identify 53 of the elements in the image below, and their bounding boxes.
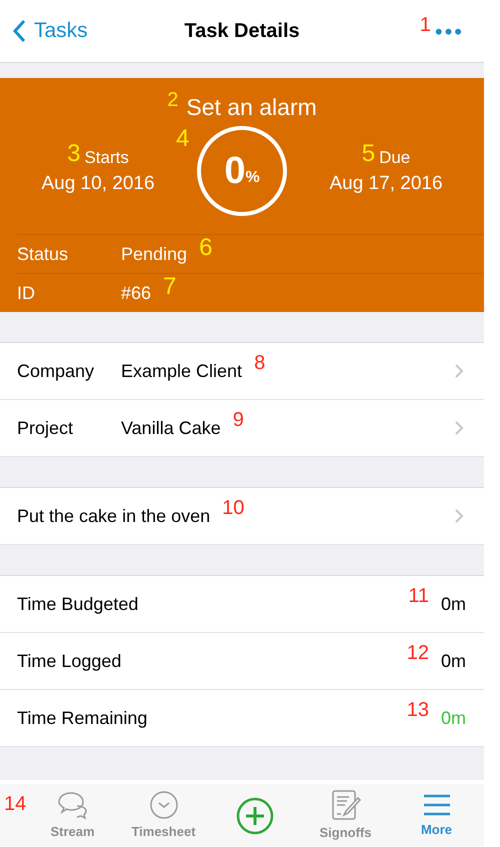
date-label: Starts bbox=[84, 146, 129, 169]
task-title: Set an alarm bbox=[186, 93, 317, 122]
tab-bar-item[interactable]: Signoffs bbox=[300, 784, 391, 847]
back-icon bbox=[12, 19, 26, 43]
callout-number: 8 bbox=[254, 353, 266, 373]
nav-title: Task Details bbox=[184, 20, 300, 42]
callout-number: 6 bbox=[199, 236, 212, 260]
tab-bar-item[interactable]: Timesheet bbox=[118, 784, 209, 847]
tab-bar-item[interactable]: Stream bbox=[27, 784, 118, 847]
callout-number: 12 bbox=[406, 643, 429, 663]
field-label: Time Logged bbox=[17, 650, 122, 673]
field-value: #66 bbox=[121, 282, 152, 304]
list-row[interactable]: Company Example Client 8 bbox=[0, 343, 484, 400]
time-value: 0m bbox=[440, 706, 466, 730]
list-row[interactable]: Put the cake in the oven 10 bbox=[0, 488, 484, 545]
callout-number: 10 bbox=[222, 498, 244, 518]
callout-number: 11 bbox=[408, 586, 429, 606]
field-label: Time Remaining bbox=[17, 706, 148, 730]
field-value: Vanilla Cake bbox=[121, 416, 221, 440]
clock-icon bbox=[148, 790, 178, 820]
chevron-icon bbox=[454, 363, 464, 379]
date-label: Due bbox=[379, 146, 410, 169]
chevron-icon bbox=[454, 420, 464, 436]
date-value: Aug 10, 2016 bbox=[41, 172, 155, 196]
callout-number: 14 bbox=[4, 794, 26, 814]
back-button[interactable]: Tasks bbox=[12, 15, 88, 47]
document-pencil-icon bbox=[330, 788, 362, 821]
field-label: Company bbox=[17, 360, 96, 383]
field-label: Time Budgeted bbox=[17, 592, 138, 616]
list-row[interactable]: Project Vanilla Cake 9 bbox=[0, 400, 484, 457]
chevron-icon bbox=[454, 508, 464, 524]
field-label: Project bbox=[17, 416, 74, 440]
date-value: Aug 17, 2016 bbox=[329, 172, 443, 196]
field-value: Pending bbox=[121, 242, 188, 266]
field-value: Example Client bbox=[121, 360, 242, 383]
callout-number: 2 bbox=[167, 90, 178, 110]
chat-bubbles-icon bbox=[56, 790, 88, 820]
callout-number: 13 bbox=[406, 700, 429, 720]
callout-number: 4 bbox=[176, 126, 190, 150]
callout-number: 7 bbox=[163, 275, 176, 299]
tab-bar-item[interactable]: More bbox=[391, 784, 482, 847]
task-name: Put the cake in the oven bbox=[17, 504, 210, 528]
field-label: ID bbox=[17, 282, 36, 304]
callout-number: 3 bbox=[67, 142, 80, 166]
callout-number: 9 bbox=[232, 410, 244, 430]
callout-number: 1 bbox=[420, 15, 431, 35]
time-value: 0m bbox=[440, 592, 466, 616]
add-icon bbox=[236, 796, 274, 834]
progress-percent: 0% bbox=[224, 152, 260, 190]
callout-number: 5 bbox=[362, 142, 376, 166]
time-value: 0m bbox=[440, 650, 466, 672]
more-button[interactable]: ••• bbox=[434, 14, 464, 48]
field-label: Status bbox=[17, 242, 70, 266]
